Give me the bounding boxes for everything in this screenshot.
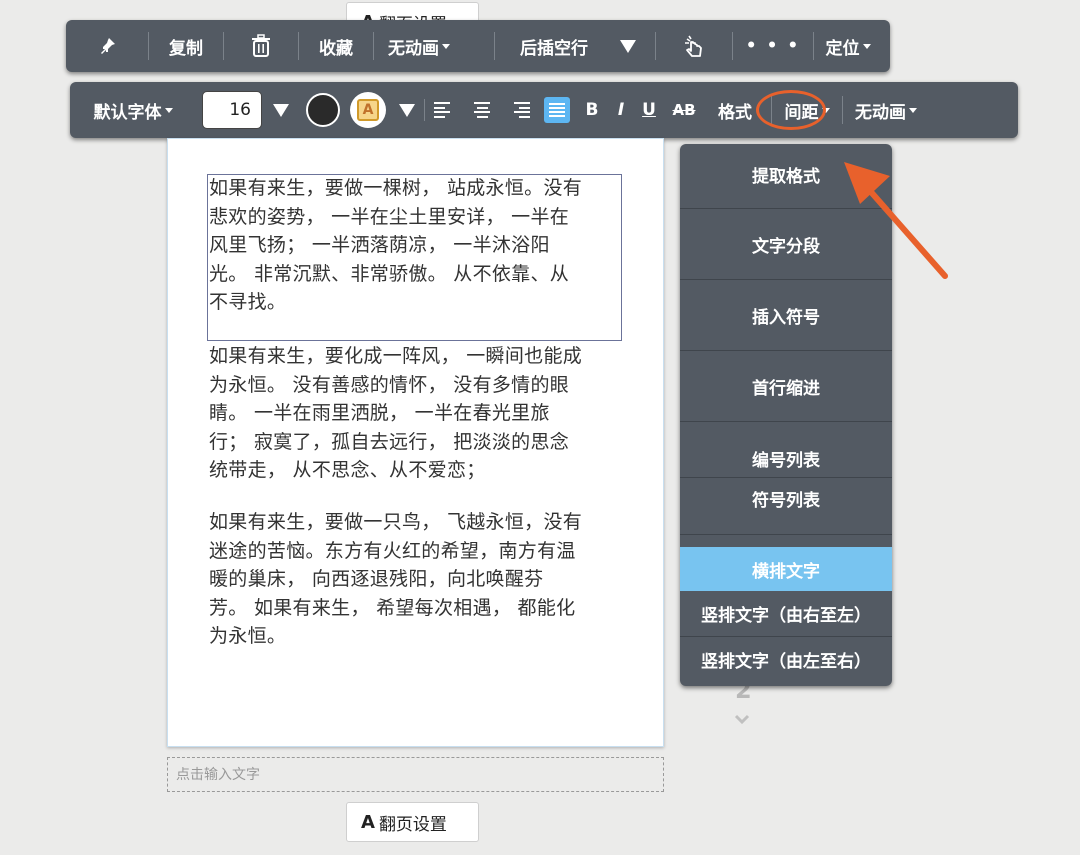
text-format-toolbar: 默认字体 16 A B I U AB 格式 间距 无动画 xyxy=(70,82,1018,138)
caret-down-icon xyxy=(862,43,871,49)
annotation-circle xyxy=(756,90,826,130)
bold-button[interactable]: B xyxy=(575,82,609,138)
font-size-field[interactable]: 16 xyxy=(202,82,262,138)
italic-button[interactable]: I xyxy=(609,82,633,138)
text-line: 睛。 一半在雨里洒脱， 一半在春光里旅 xyxy=(209,402,550,424)
animation-label: 无动画 xyxy=(855,102,906,123)
animation-dropdown[interactable]: 无动画 xyxy=(374,20,464,72)
insert-empty-line-label: 后插空行 xyxy=(520,38,588,59)
insert-empty-line-button[interactable]: 后插空行 xyxy=(495,20,613,72)
text-line: 芳。 如果有来生， 希望每次相遇， 都能化 xyxy=(209,596,576,619)
align-left-icon xyxy=(434,102,454,118)
gesture-button[interactable] xyxy=(656,20,732,72)
more-icon: • • • xyxy=(745,36,801,56)
align-right-button[interactable] xyxy=(501,82,539,138)
text-color-button[interactable] xyxy=(300,82,346,138)
font-label: 默认字体 xyxy=(93,102,162,123)
more-button[interactable]: • • • xyxy=(733,20,813,72)
align-left-button[interactable] xyxy=(425,82,463,138)
animation-label: 无动画 xyxy=(388,38,439,59)
format-label: 格式 xyxy=(718,102,752,123)
background-color-icon: A xyxy=(350,92,386,128)
italic-icon: I xyxy=(617,100,625,120)
align-justify-button[interactable] xyxy=(539,82,575,138)
background-color-dropdown[interactable] xyxy=(390,82,424,138)
text-line: 迷途的苦恼。东方有火红的希望，南方有温 xyxy=(209,539,576,562)
underline-icon: U xyxy=(642,100,656,120)
paragraph-2[interactable]: 如果有来生，要化成一阵风， 一瞬间也能成 为永恒。 没有善感的情怀， 没有多情的… xyxy=(209,342,582,485)
locate-dropdown[interactable]: 定位 xyxy=(814,20,882,72)
text-line: 如果有来生，要做一棵树， 站成永恒。没有 xyxy=(209,177,583,199)
insert-line-dropdown[interactable] xyxy=(613,20,643,72)
copy-label: 复制 xyxy=(169,38,203,59)
text-color-swatch xyxy=(306,93,340,127)
text-line: 光。 非常沉默、非常骄傲。 从不依靠、从 xyxy=(209,262,570,285)
underline-button[interactable]: U xyxy=(633,82,665,138)
pin-icon xyxy=(101,38,115,54)
text-line: 风里飞扬； 一半洒落荫凉， 一半沐浴阳 xyxy=(209,234,550,256)
menu-item-vertical-ltr[interactable]: 竖排文字（由左至右） xyxy=(680,637,892,682)
background-color-button[interactable]: A xyxy=(346,82,390,138)
annotation-arrow xyxy=(844,162,948,279)
caret-down-icon xyxy=(909,107,917,113)
align-center-button[interactable] xyxy=(463,82,501,138)
copy-button[interactable]: 复制 xyxy=(149,20,223,72)
triangle-down-icon xyxy=(620,39,636,53)
align-justify-icon xyxy=(544,97,570,123)
text-line: 如果有来生，要化成一阵风， 一瞬间也能成 xyxy=(209,345,583,367)
font-size-value: 16 xyxy=(202,91,262,129)
text-input-placeholder[interactable]: 点击输入文字 xyxy=(167,757,664,792)
text-line: 暖的巢床， 向西逐退残阳，向北唤醒芬 xyxy=(209,568,544,590)
element-toolbar: 复制 收藏 无动画 后插空行 • • • 定位 xyxy=(66,20,890,72)
trash-icon xyxy=(252,34,270,57)
text-line: 为永恒。 xyxy=(209,625,287,647)
animation-dropdown-2[interactable]: 无动画 xyxy=(843,82,929,138)
page-setting-button-bottom[interactable]: A 翻页设置 xyxy=(346,802,479,842)
caret-down-icon xyxy=(442,43,450,49)
text-line: 为永恒。 没有善感的情怀， 没有多情的眼 xyxy=(209,373,570,396)
menu-item-first-line-indent[interactable]: 首行缩进 xyxy=(680,351,892,421)
triangle-down-icon xyxy=(399,103,415,117)
menu-item-numbered-list[interactable]: 编号列表 xyxy=(680,422,892,477)
font-dropdown[interactable]: 默认字体 xyxy=(70,82,188,138)
text-line: 如果有来生，要做一只鸟， 飞越永恒，没有 xyxy=(209,511,583,533)
favorite-label: 收藏 xyxy=(319,38,353,59)
text-line: 统带走， 从不思念、从不爱恋； xyxy=(209,459,486,481)
page-setting-label: 翻页设置 xyxy=(378,814,447,835)
align-right-icon xyxy=(510,102,530,118)
menu-item-horizontal-text[interactable]: 横排文字 xyxy=(680,547,892,591)
triangle-down-icon xyxy=(273,103,289,117)
bold-icon: B xyxy=(585,100,599,120)
tap-hand-icon xyxy=(685,35,702,57)
background-color-letter: A xyxy=(357,99,379,121)
align-center-icon xyxy=(472,102,492,118)
pin-button[interactable] xyxy=(66,20,148,72)
menu-item-insert-symbol[interactable]: 插入符号 xyxy=(680,280,892,350)
chevron-down-icon[interactable] xyxy=(733,710,751,729)
text-line: 不寻找。 xyxy=(209,291,287,313)
delete-button[interactable] xyxy=(224,20,298,72)
strikethrough-icon: AB xyxy=(672,101,696,119)
locate-label: 定位 xyxy=(825,38,860,59)
menu-item-bullet-list[interactable]: 符号列表 xyxy=(680,478,892,520)
caret-down-icon xyxy=(164,107,173,113)
page-turn-icon: A xyxy=(361,811,375,833)
paragraph-3[interactable]: 如果有来生，要做一只鸟， 飞越永恒，没有 迷途的苦恼。东方有火红的希望，南方有温… xyxy=(209,508,582,651)
menu-item-vertical-rtl[interactable]: 竖排文字（由右至左） xyxy=(680,591,892,636)
text-line: 悲欢的姿势， 一半在尘土里安详， 一半在 xyxy=(209,205,570,228)
selected-paragraph[interactable]: 如果有来生，要做一棵树， 站成永恒。没有 悲欢的姿势， 一半在尘土里安详， 一半… xyxy=(209,174,582,317)
text-line: 行； 寂寞了，孤自去远行， 把淡淡的思念 xyxy=(209,430,570,453)
strikethrough-button[interactable]: AB xyxy=(665,82,703,138)
font-size-dropdown[interactable] xyxy=(262,82,300,138)
favorite-button[interactable]: 收藏 xyxy=(299,20,373,72)
